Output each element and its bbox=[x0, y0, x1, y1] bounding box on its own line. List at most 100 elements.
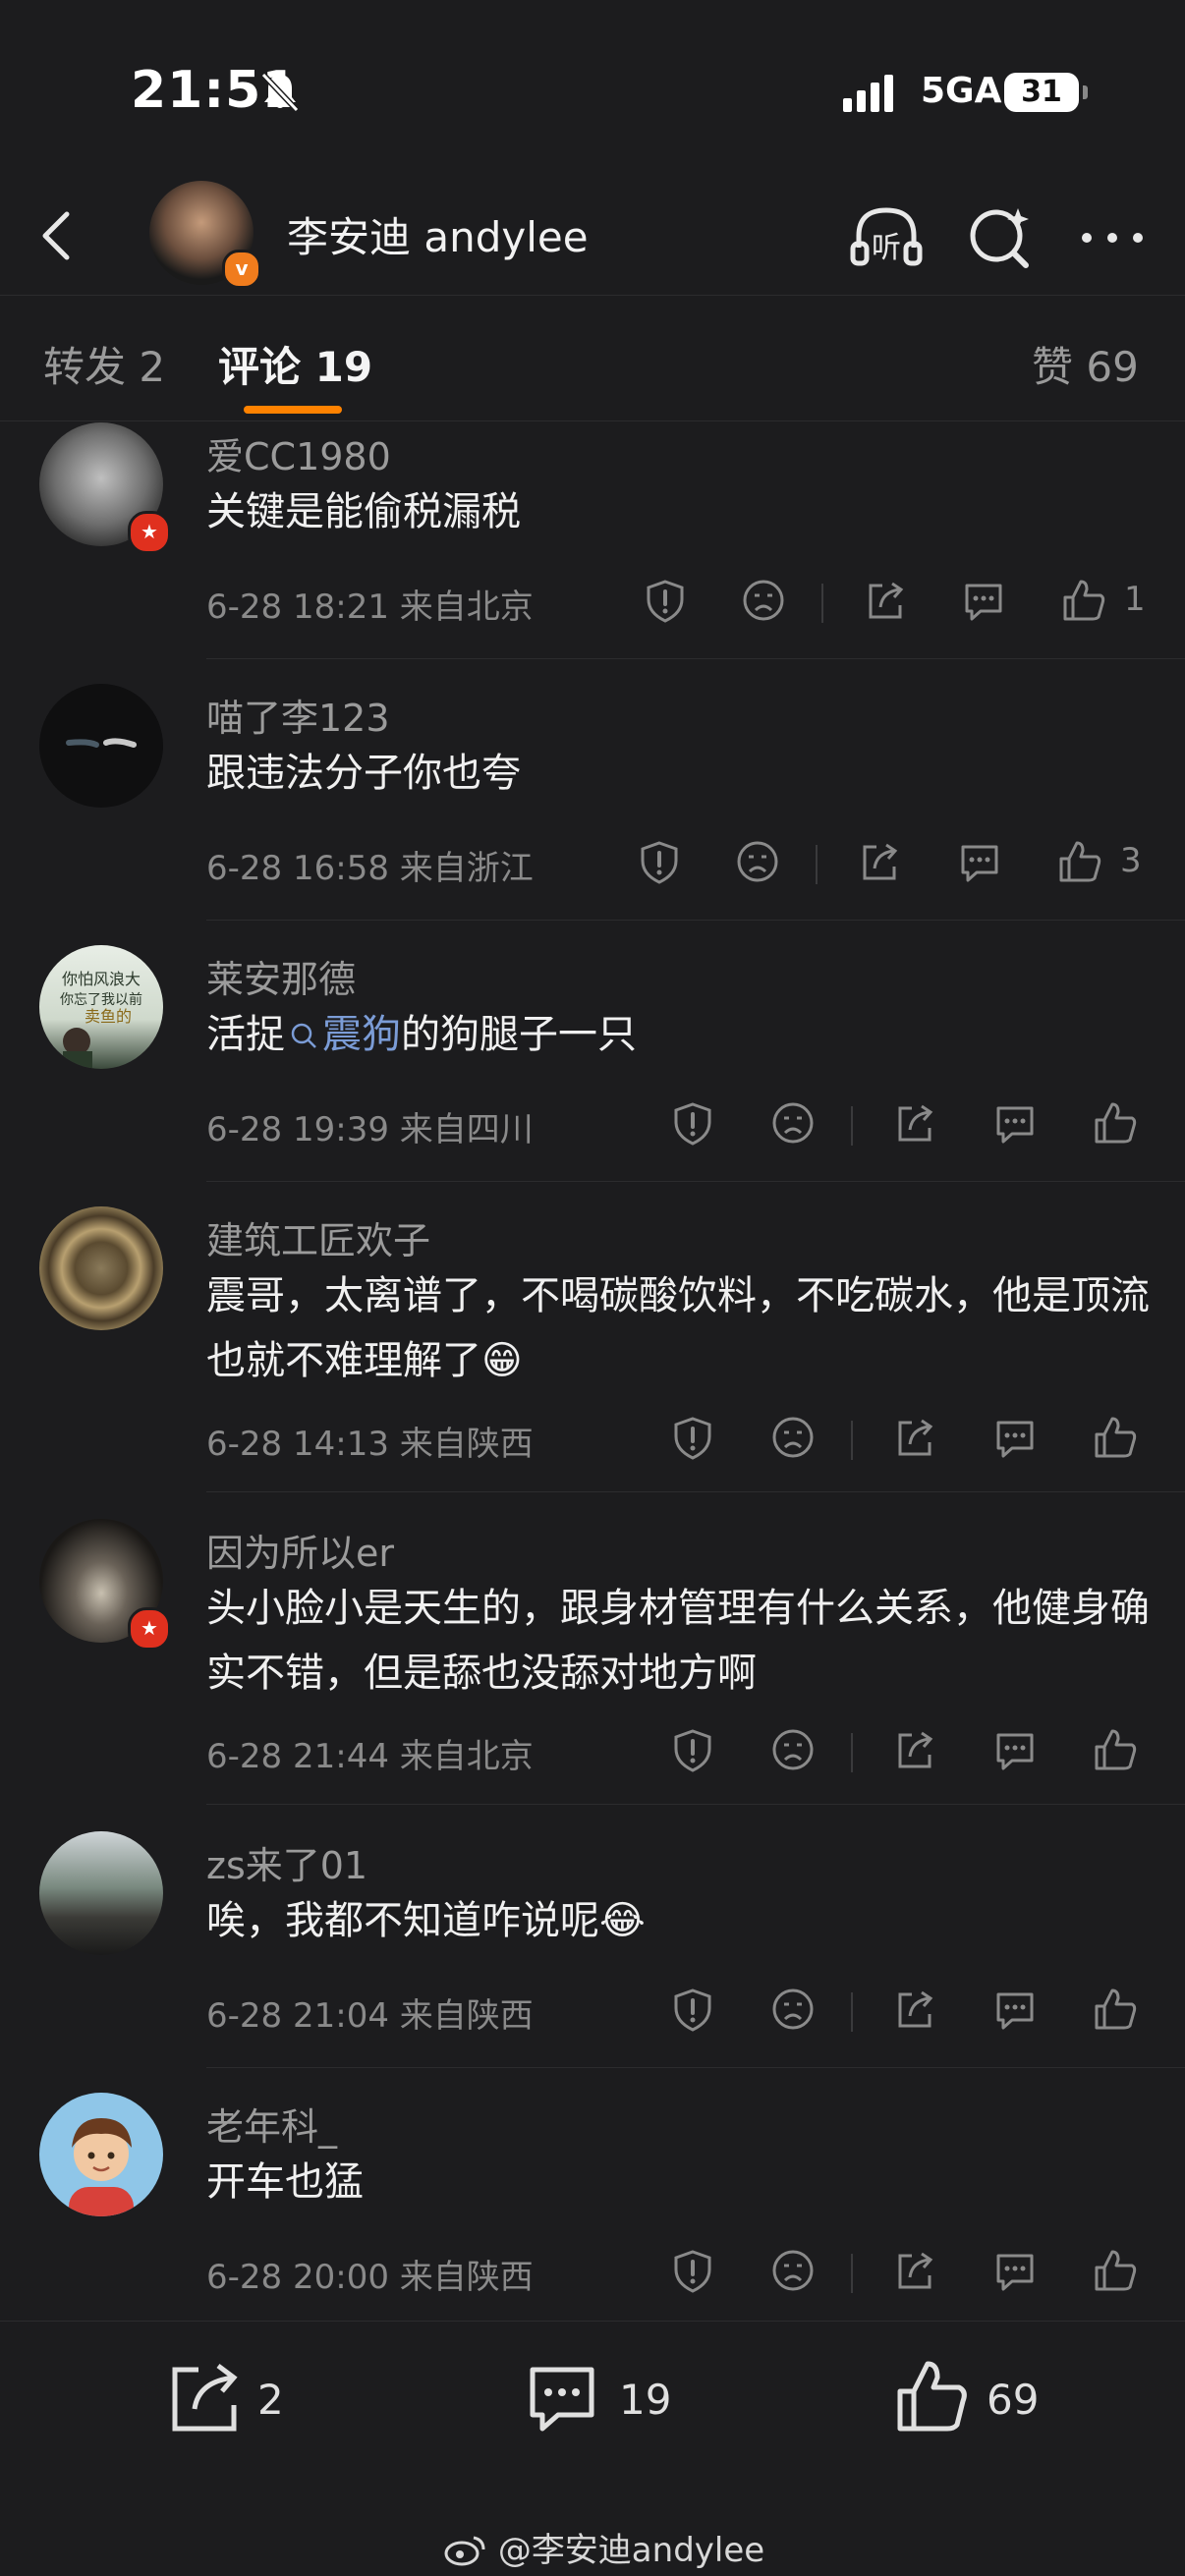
back-icon[interactable] bbox=[28, 200, 86, 271]
reply-icon[interactable] bbox=[955, 837, 1004, 886]
share-icon[interactable] bbox=[861, 576, 910, 625]
comment-meta: 6-28 14:13 来自陕西 bbox=[206, 1425, 534, 1464]
comment-text-prefix: 活捉 bbox=[206, 1012, 285, 1057]
like-icon bbox=[897, 2361, 967, 2432]
comment-text: 唉，我都不知道咋说呢😂 bbox=[206, 1898, 646, 1943]
like-icon[interactable] bbox=[1091, 1985, 1140, 2034]
share-icon[interactable] bbox=[890, 1098, 939, 1148]
repost-button[interactable]: 2 bbox=[163, 2356, 310, 2440]
reply-icon[interactable] bbox=[990, 1413, 1040, 1462]
comment-username[interactable]: 因为所以er bbox=[206, 1523, 394, 1577]
report-icon[interactable] bbox=[641, 576, 690, 625]
comment-actions bbox=[629, 1098, 1179, 1157]
report-icon[interactable] bbox=[635, 837, 684, 886]
listen-icon[interactable]: 听 bbox=[845, 196, 928, 279]
comment-text-suffix: 的狗腿子一只 bbox=[401, 1012, 637, 1057]
weibo-logo-icon bbox=[444, 2536, 485, 2566]
share-icon[interactable] bbox=[890, 1985, 939, 2034]
user-avatar[interactable] bbox=[39, 684, 163, 808]
dislike-face-icon[interactable] bbox=[768, 1413, 818, 1462]
more-icon[interactable] bbox=[1071, 196, 1154, 279]
dislike-face-icon[interactable] bbox=[733, 837, 782, 886]
signal-icon bbox=[843, 75, 898, 112]
dislike-face-icon[interactable] bbox=[768, 2246, 818, 2295]
poster-image-icon: 你怕风浪大 你忘了我以前 卖鱼的 bbox=[60, 970, 142, 1069]
mute-bell-icon bbox=[260, 72, 300, 113]
user-avatar[interactable]: 你怕风浪大 你忘了我以前 卖鱼的 bbox=[39, 945, 163, 1069]
comment-meta: 6-28 16:58 来自浙江 bbox=[206, 849, 534, 888]
search-icon[interactable] bbox=[959, 196, 1042, 279]
hands-image-icon bbox=[66, 738, 137, 748]
report-icon[interactable] bbox=[668, 2246, 717, 2295]
tab-reposts[interactable]: 转发 2 bbox=[43, 334, 165, 394]
like-count: 69 bbox=[987, 2376, 1040, 2424]
report-icon[interactable] bbox=[668, 1098, 717, 1148]
network-type: 5GA bbox=[921, 71, 1002, 111]
repost-icon bbox=[172, 2364, 238, 2432]
dislike-face-icon[interactable] bbox=[768, 1725, 818, 1774]
action-separator bbox=[821, 584, 823, 623]
like-icon[interactable] bbox=[1091, 1413, 1140, 1462]
report-icon[interactable] bbox=[668, 1413, 717, 1462]
avatar-lettering: 卖鱼的 bbox=[85, 1007, 132, 1026]
comment-divider bbox=[206, 1181, 1185, 1182]
comment-meta: 6-28 21:44 来自北京 bbox=[206, 1737, 534, 1776]
like-icon[interactable] bbox=[1059, 576, 1108, 625]
comment-count: 19 bbox=[619, 2376, 672, 2424]
comment-text: 开车也猛 bbox=[206, 2159, 364, 2205]
svg-text:听: 听 bbox=[872, 231, 901, 265]
user-avatar[interactable] bbox=[39, 1831, 163, 1955]
avatar-lettering: 你忘了我以前 bbox=[60, 991, 142, 1008]
topic-mention-link[interactable]: 震狗 bbox=[285, 1012, 401, 1057]
verified-badge: v bbox=[222, 250, 261, 289]
member-badge-icon: ★ bbox=[128, 1607, 171, 1651]
comment-actions bbox=[629, 1413, 1179, 1472]
action-separator bbox=[851, 1992, 853, 2032]
action-separator bbox=[851, 2254, 853, 2293]
share-icon[interactable] bbox=[890, 1725, 939, 1774]
cartoon-boy-icon bbox=[69, 2118, 134, 2216]
comment-username[interactable]: 老年科_ bbox=[206, 2097, 337, 2151]
comment-button[interactable]: 19 bbox=[521, 2356, 698, 2440]
share-icon[interactable] bbox=[890, 2246, 939, 2295]
comment-text: 关键是能偷税漏税 bbox=[206, 489, 521, 534]
share-icon[interactable] bbox=[890, 1413, 939, 1462]
action-separator bbox=[816, 845, 818, 884]
author-name[interactable]: 李安迪 andylee bbox=[287, 204, 589, 264]
comment-text: 活捉 震狗的狗腿子一只 bbox=[206, 1002, 1150, 1067]
comment-actions: 3 bbox=[629, 837, 1179, 896]
dislike-face-icon[interactable] bbox=[768, 1985, 818, 2034]
reply-icon[interactable] bbox=[959, 576, 1008, 625]
avatar-lettering: 你怕风浪大 bbox=[62, 970, 141, 988]
active-tab-indicator bbox=[244, 406, 342, 414]
action-separator bbox=[851, 1733, 853, 1772]
share-icon[interactable] bbox=[855, 837, 904, 886]
reply-icon[interactable] bbox=[990, 1985, 1040, 2034]
search-icon bbox=[291, 1023, 316, 1048]
comment-username[interactable]: 爱CC1980 bbox=[206, 426, 391, 480]
like-icon[interactable] bbox=[1055, 837, 1104, 886]
tab-comments[interactable]: 评论 19 bbox=[218, 334, 372, 394]
comment-username[interactable]: zs来了01 bbox=[206, 1835, 367, 1889]
report-icon[interactable] bbox=[668, 1985, 717, 2034]
dislike-face-icon[interactable] bbox=[739, 576, 788, 625]
tab-likes[interactable]: 赞 69 bbox=[1032, 334, 1139, 394]
reply-icon[interactable] bbox=[990, 2246, 1040, 2295]
comment-username[interactable]: 莱安那德 bbox=[206, 949, 356, 1003]
dislike-face-icon[interactable] bbox=[768, 1098, 818, 1148]
user-avatar[interactable] bbox=[39, 1206, 163, 1330]
reply-icon[interactable] bbox=[990, 1725, 1040, 1774]
user-avatar[interactable] bbox=[39, 2093, 163, 2216]
comment-like-count: 3 bbox=[1120, 841, 1142, 880]
like-button[interactable]: 69 bbox=[890, 2356, 1067, 2440]
like-icon[interactable] bbox=[1091, 2246, 1140, 2295]
comment-username[interactable]: 喵了李123 bbox=[206, 688, 390, 742]
reply-icon[interactable] bbox=[990, 1098, 1040, 1148]
like-icon[interactable] bbox=[1091, 1725, 1140, 1774]
like-icon[interactable] bbox=[1091, 1098, 1140, 1148]
comment-meta: 6-28 21:04 来自陕西 bbox=[206, 1996, 534, 2036]
comment-icon bbox=[530, 2367, 594, 2432]
comment-username[interactable]: 建筑工匠欢子 bbox=[206, 1210, 430, 1264]
report-icon[interactable] bbox=[668, 1725, 717, 1774]
comment-actions: 1 bbox=[629, 576, 1179, 635]
